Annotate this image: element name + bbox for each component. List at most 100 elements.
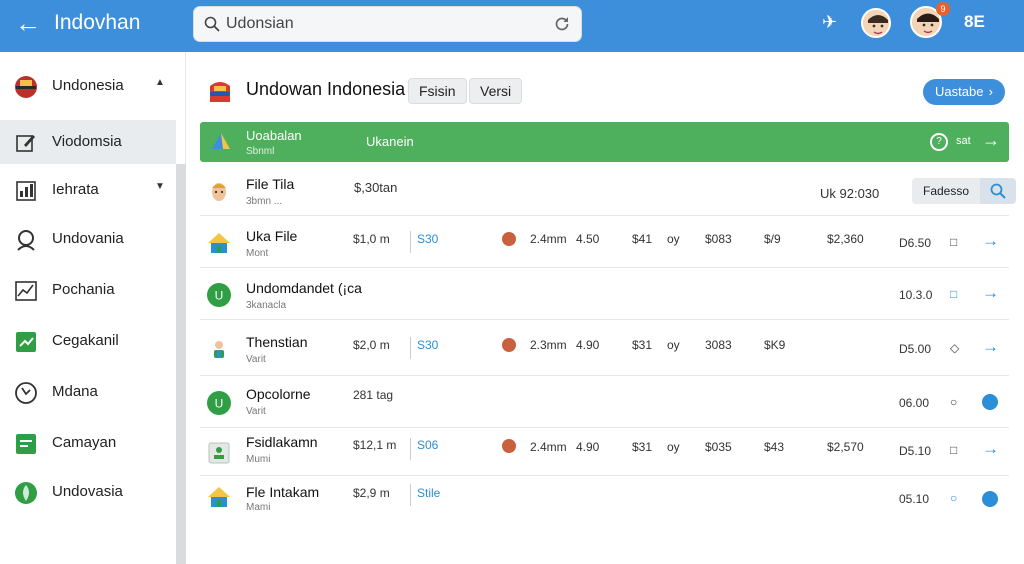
row-name: Fle Intakam: [246, 484, 320, 500]
square-icon[interactable]: □: [950, 235, 957, 249]
airplane-icon[interactable]: ✈: [822, 12, 837, 33]
row-v6: $43: [764, 440, 785, 454]
user-icon: [17, 230, 35, 251]
row-sub: Mami: [246, 502, 271, 513]
row-time: D5.00: [899, 342, 932, 356]
row-v2: 4.90: [576, 440, 600, 454]
filter-dropdown[interactable]: Fadesso: [912, 178, 980, 204]
square-icon[interactable]: □: [950, 287, 957, 301]
tab-fsisin[interactable]: Fsisin: [408, 78, 467, 104]
table-row[interactable]: Fle Intakam Mami $2,9 m Stile 05.10 ○: [200, 478, 1009, 513]
update-button[interactable]: Uastabe ›: [923, 79, 1005, 105]
app-title: Indovhan: [54, 11, 141, 34]
sidebar-item-undonesia[interactable]: Undonesia ▲: [0, 64, 176, 108]
sidebar-item-undovasia[interactable]: Undovasia: [0, 470, 176, 514]
highlight-banner[interactable]: Uoabalan Sbnml Ukanein ? sat →: [200, 122, 1009, 162]
sidebar-item-undovania[interactable]: Undovania: [0, 217, 176, 261]
circle-icon[interactable]: ○: [950, 491, 957, 505]
diamond-icon[interactable]: ◇: [950, 341, 959, 355]
table-row[interactable]: Fsidlakamn Mumi $12,1 m S06 2.4mm 4.90 $…: [200, 430, 1009, 476]
arrow-right-icon[interactable]: →: [982, 130, 1000, 151]
notification-badge: 9: [936, 2, 950, 16]
row-name: Fsidlakamn: [246, 434, 318, 450]
square-icon[interactable]: □: [950, 443, 957, 457]
sidebar-item-label: Undovasia: [52, 483, 123, 500]
filter-search-button[interactable]: [980, 178, 1016, 204]
row-tag: Stile: [417, 486, 441, 500]
row-v4: oy: [667, 232, 680, 246]
sidebar-item-viodomsia[interactable]: Viodomsia: [0, 120, 176, 164]
sidebar: Undonesia ▲ Viodomsia Iehrata ▼ Undovani…: [0, 52, 186, 564]
table-icon: [16, 434, 36, 454]
status-icon: U: [207, 391, 231, 415]
row-sub: Mumi: [246, 454, 271, 465]
filter-name: File Tila: [246, 176, 295, 192]
chevron-up-icon[interactable]: ▲: [155, 77, 165, 88]
arrow-right-icon[interactable]: →: [982, 439, 999, 459]
scrollbar[interactable]: [176, 164, 186, 564]
row-time: D5.10: [899, 444, 932, 458]
edit-icon: [16, 135, 35, 152]
sidebar-item-pochania[interactable]: Pochania: [0, 268, 176, 312]
refresh-icon[interactable]: [553, 15, 571, 33]
search-input[interactable]: [226, 13, 546, 35]
sidebar-item-label: Undovania: [52, 230, 124, 247]
grid-icon[interactable]: 8E: [964, 12, 985, 32]
row-name: Undomdandet (¡ca: [246, 280, 362, 296]
tab-versi[interactable]: Versi: [469, 78, 523, 104]
filter-row: File Tila 3bmn ... $,30tan Uk 92:030 Fad…: [200, 166, 1016, 216]
sidebar-item-iehrata[interactable]: Iehrata ▼: [0, 168, 176, 212]
search-icon: [990, 183, 1006, 199]
flag-icon: [15, 76, 37, 98]
document-icon: [208, 442, 230, 464]
banner-sublabel: Sbnml: [246, 146, 275, 157]
table-row[interactable]: Uka File Mont $1,0 m S30 2.4mm 4.50 $41 …: [200, 218, 1009, 268]
house-icon: [208, 487, 230, 507]
avatar: [502, 439, 516, 453]
row-v2: 4.50: [576, 232, 600, 246]
divider: [410, 337, 411, 359]
row-tag: S06: [417, 438, 439, 452]
main-content: Undowan Indonesia Fsisin Versi Uastabe ›…: [186, 52, 1024, 513]
arrow-right-icon[interactable]: →: [982, 283, 999, 303]
sidebar-item-camayan[interactable]: Camayan: [0, 421, 176, 465]
sidebar-item-mdana[interactable]: Mdana: [0, 370, 176, 414]
status-dot[interactable]: [982, 491, 998, 507]
row-name: Opcolorne: [246, 386, 311, 402]
row-sub: Mont: [246, 248, 269, 259]
row-v5: $083: [705, 232, 732, 246]
row-price: 281 tag: [353, 388, 394, 402]
row-time: 10.3.0: [899, 288, 933, 302]
status-dot[interactable]: [982, 394, 998, 410]
arrow-right-icon[interactable]: →: [982, 337, 999, 357]
clock-icon: [15, 382, 37, 404]
row-v2: 4.90: [576, 338, 600, 352]
table-row[interactable]: U Undomdandet (¡ca 3kanacla 10.3.0 □ →: [200, 270, 1009, 320]
chevron-down-icon[interactable]: ▼: [155, 181, 165, 192]
row-sub: Varit: [246, 406, 266, 417]
divider: [410, 231, 411, 253]
back-arrow-icon[interactable]: ←: [12, 8, 44, 40]
sidebar-item-label: Viodomsia: [52, 133, 122, 150]
drive-icon: [212, 133, 230, 149]
sidebar-item-label: Iehrata: [52, 181, 99, 198]
row-price: $2,0 m: [353, 338, 390, 352]
row-price: $12,1 m: [353, 438, 397, 452]
clock-icon[interactable]: ?: [930, 133, 948, 151]
search-box[interactable]: [193, 6, 582, 42]
sidebar-item-label: Pochania: [52, 281, 115, 298]
divider: [410, 484, 411, 506]
avatar[interactable]: [861, 8, 891, 38]
circle-icon[interactable]: ○: [950, 395, 957, 409]
row-v5: $035: [705, 440, 732, 454]
row-price: $2,9 m: [353, 486, 390, 500]
svg-text:U: U: [215, 289, 224, 303]
row-v1: 2.4mm: [530, 440, 567, 454]
arrow-right-icon[interactable]: →: [982, 231, 999, 251]
top-app-bar: ← Indovhan ✈ 9 8E: [0, 0, 1024, 52]
banner-center-label: Ukanein: [366, 134, 414, 149]
table-row[interactable]: Thenstian Varit $2,0 m S30 2.3mm 4.90 $3…: [200, 322, 1009, 376]
sidebar-item-cegakanil[interactable]: Cegakanil: [0, 319, 176, 363]
table-row[interactable]: U Opcolorne Varit 281 tag 06.00 ○: [200, 378, 1009, 428]
flag-icon: [210, 82, 230, 102]
